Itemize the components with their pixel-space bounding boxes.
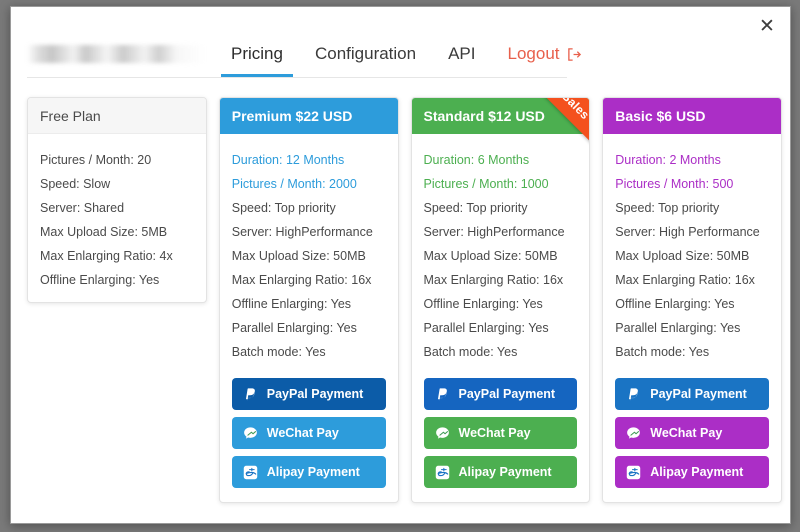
- payment-button-list: PayPal Payment WeChat Pay Alipay Payment: [220, 374, 398, 502]
- plan-title-free: Free Plan: [28, 98, 206, 134]
- pricing-modal: ✕ Pricing Configuration API Logout Free Pla…: [10, 6, 791, 524]
- nav-item-pricing[interactable]: Pricing: [215, 34, 299, 77]
- nav-item-configuration[interactable]: Configuration: [299, 34, 432, 77]
- alipay-icon: [242, 464, 259, 481]
- feature-item: Max Enlarging Ratio: 16x: [615, 273, 755, 287]
- plan-card-basic: Basic $6 USD Duration: 2 Months Pictures /…: [602, 97, 782, 503]
- payment-button-paypal-standard[interactable]: PayPal Payment: [423, 378, 578, 410]
- paypal-icon: [434, 386, 451, 403]
- feature-item: Speed: Top priority: [615, 201, 720, 215]
- feature-item: Offline Enlarging: Yes: [231, 297, 352, 311]
- feature-list: Duration: 12 Months Pictures / Month: 200…: [220, 134, 398, 374]
- feature-list: Duration: 2 Months Pictures / Month: 500 S…: [603, 134, 781, 374]
- payment-button-alipay-basic[interactable]: Alipay Payment: [615, 456, 769, 488]
- screen: ✕ Pricing Configuration API Logout Free Pla…: [0, 0, 800, 532]
- nav-item-label: API: [448, 44, 476, 63]
- paypal-icon: [625, 386, 642, 403]
- payment-button-label: WeChat Pay: [458, 426, 531, 440]
- payment-button-wechat-standard[interactable]: WeChat Pay: [423, 417, 578, 449]
- feature-item: Max Enlarging Ratio: 4x: [40, 249, 173, 263]
- feature-item: Duration: 2 Months: [615, 153, 721, 167]
- nav-item-api[interactable]: API: [432, 34, 491, 77]
- payment-button-alipay-premium[interactable]: Alipay Payment: [231, 456, 386, 488]
- feature-list: Pictures / Month: 20 Speed: Slow Server: S…: [28, 134, 206, 302]
- plan-card-grid: Free Plan Pictures / Month: 20 Speed: Slow…: [17, 97, 790, 503]
- feature-item: Pictures / Month: 2000: [231, 177, 357, 191]
- payment-button-label: PayPal Payment: [266, 387, 364, 401]
- payment-button-label: PayPal Payment: [650, 387, 747, 401]
- wechat-icon: [625, 425, 642, 442]
- feature-list: Duration: 6 Months Pictures / Month: 1000…: [412, 134, 590, 374]
- payment-button-label: WeChat Pay: [650, 426, 723, 440]
- feature-item: Server: HighPerformance: [231, 225, 373, 239]
- payment-button-list: PayPal Payment WeChat Pay Alipay Payment: [412, 374, 590, 502]
- feature-item: Parallel Enlarging: Yes: [423, 321, 549, 335]
- feature-item: Max Enlarging Ratio: 16x: [423, 273, 564, 287]
- feature-item: Pictures / Month: 20: [40, 153, 152, 167]
- plan-card-free: Free Plan Pictures / Month: 20 Speed: Slow…: [27, 97, 207, 303]
- feature-item: Batch mode: Yes: [615, 345, 710, 359]
- feature-item: Max Upload Size: 50MB: [423, 249, 558, 263]
- payment-button-label: PayPal Payment: [458, 387, 556, 401]
- payment-button-label: WeChat Pay: [266, 426, 339, 440]
- payment-button-label: Alipay Payment: [266, 465, 360, 479]
- plan-title-standard: Standard $12 USD: [411, 98, 590, 134]
- feature-item: Speed: Top priority: [231, 201, 336, 215]
- feature-item: Parallel Enlarging: Yes: [615, 321, 741, 335]
- alipay-icon: [434, 464, 451, 481]
- feature-item: Max Upload Size: 50MB: [231, 249, 366, 263]
- payment-button-list: PayPal Payment WeChat Pay Alipay Payment: [603, 374, 781, 502]
- payment-button-wechat-premium[interactable]: WeChat Pay: [231, 417, 386, 449]
- feature-item: Server: High Performance: [615, 225, 760, 239]
- feature-item: Offline Enlarging: Yes: [615, 297, 735, 311]
- nav-item-label: Pricing: [231, 44, 283, 63]
- nav-divider: [27, 77, 567, 78]
- feature-item: Duration: 6 Months: [423, 153, 530, 167]
- feature-item: Max Upload Size: 50MB: [615, 249, 750, 263]
- feature-item: Pictures / Month: 500: [615, 177, 734, 191]
- payment-button-paypal-basic[interactable]: PayPal Payment: [615, 378, 769, 410]
- plan-title-premium: Premium $22 USD: [219, 98, 398, 134]
- nav-item-label: Logout: [507, 44, 560, 63]
- feature-item: Offline Enlarging: Yes: [423, 297, 543, 311]
- feature-item: Server: HighPerformance: [423, 225, 565, 239]
- feature-item: Batch mode: Yes: [423, 345, 518, 359]
- nav-item-label: Configuration: [314, 44, 417, 63]
- payment-button-wechat-basic[interactable]: WeChat Pay: [615, 417, 769, 449]
- feature-item: Duration: 12 Months: [231, 153, 345, 167]
- nav-item-logout[interactable]: Logout: [492, 34, 598, 77]
- feature-item: Speed: Slow: [40, 177, 111, 191]
- feature-item: Speed: Top priority: [423, 201, 528, 215]
- feature-item: Max Upload Size: 5MB: [40, 225, 168, 239]
- plan-card-premium: Premium $22 USD Duration: 12 Months Pictur…: [218, 97, 399, 503]
- plan-title-basic: Basic $6 USD: [603, 98, 781, 134]
- payment-button-label: Alipay Payment: [458, 465, 552, 479]
- plan-card-standard: Standard $12 USDHot SalesDuration: 6 Mon…: [410, 97, 591, 503]
- wechat-icon: [434, 425, 451, 442]
- header-nav: Pricing Configuration API Logout: [11, 29, 790, 77]
- feature-item: Offline Enlarging: Yes: [40, 273, 160, 287]
- wechat-icon: [242, 425, 259, 442]
- feature-item: Pictures / Month: 1000: [423, 177, 549, 191]
- feature-item: Server: Shared: [40, 201, 125, 215]
- logout-icon: [567, 47, 582, 62]
- alipay-icon: [625, 464, 642, 481]
- paypal-icon: [242, 386, 259, 403]
- feature-item: Parallel Enlarging: Yes: [231, 321, 357, 335]
- payment-button-paypal-premium[interactable]: PayPal Payment: [231, 378, 386, 410]
- feature-item: Max Enlarging Ratio: 16x: [231, 273, 372, 287]
- payment-button-label: Alipay Payment: [650, 465, 744, 479]
- feature-item: Batch mode: Yes: [231, 345, 326, 359]
- account-email-masked: [27, 45, 205, 63]
- payment-button-alipay-standard[interactable]: Alipay Payment: [423, 456, 578, 488]
